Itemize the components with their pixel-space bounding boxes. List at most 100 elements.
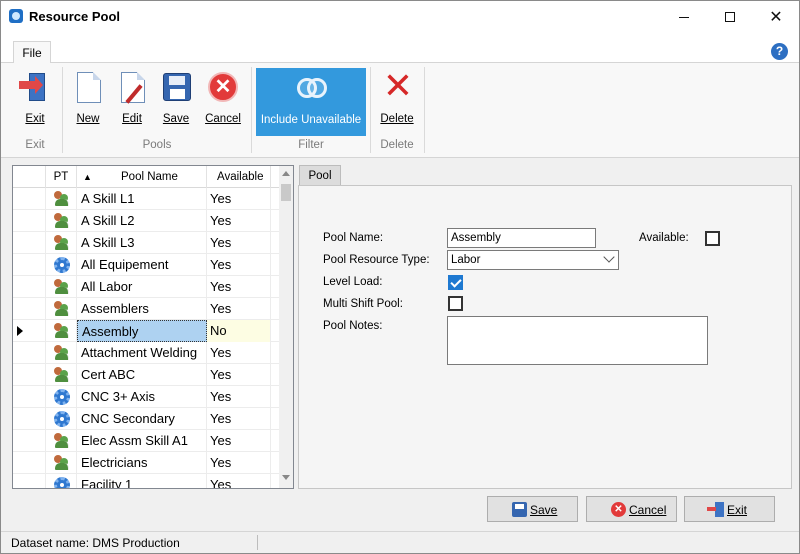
table-row[interactable]: A Skill L2 Yes [13, 210, 279, 232]
table-row[interactable]: All Labor Yes [13, 276, 279, 298]
pool-name-cell[interactable]: All Labor [77, 276, 207, 298]
ribbon-tab-bar: File [1, 33, 799, 64]
table-row[interactable]: Assembly No [13, 320, 279, 342]
delete-label: Delete [380, 113, 414, 125]
available-cell[interactable]: Yes [207, 386, 271, 408]
pool-name-cell[interactable]: Assemblers [77, 298, 207, 320]
table-row[interactable]: Assemblers Yes [13, 298, 279, 320]
available-column-header[interactable]: Available [207, 166, 271, 188]
scroll-thumb[interactable] [281, 184, 291, 201]
ribbon-separator [370, 67, 371, 153]
pool-name-cell[interactable]: Facility 1 [77, 474, 207, 488]
exit-ribbon-label: Exit [25, 113, 45, 125]
pt-column-header[interactable]: PT [46, 166, 77, 188]
grid-vertical-scrollbar[interactable] [279, 166, 293, 488]
save-ribbon-label: Save [162, 113, 190, 125]
save-floppy-icon [512, 502, 527, 517]
available-cell[interactable]: Yes [207, 254, 271, 276]
pool-name-cell[interactable]: CNC Secondary [77, 408, 207, 430]
scroll-up-icon[interactable] [282, 171, 290, 176]
available-cell[interactable]: Yes [207, 408, 271, 430]
pool-notes-label: Pool Notes: [323, 320, 383, 332]
pool-name-cell[interactable]: CNC 3+ Axis [77, 386, 207, 408]
group-label-filter: Filter [298, 139, 324, 151]
pool-name-cell[interactable]: A Skill L3 [77, 232, 207, 254]
edit-button[interactable]: Edit [113, 67, 151, 129]
exit-button[interactable]: Exit [684, 496, 775, 522]
pool-name-cell[interactable]: A Skill L2 [77, 210, 207, 232]
window-title: Resource Pool [29, 9, 121, 24]
maximize-button[interactable] [707, 1, 753, 33]
table-row[interactable]: A Skill L1 Yes [13, 188, 279, 210]
multi-shift-checkbox[interactable] [448, 296, 463, 311]
pool-name-cell[interactable]: Cert ABC [77, 364, 207, 386]
close-button[interactable]: ✕ [753, 1, 799, 33]
minimize-button[interactable] [661, 1, 707, 33]
pool-name-cell[interactable]: A Skill L1 [77, 188, 207, 210]
row-indicator [13, 474, 46, 488]
available-checkbox[interactable] [705, 231, 720, 246]
table-row[interactable]: Electricians Yes [13, 452, 279, 474]
pool-name-cell[interactable]: All Equipement [77, 254, 207, 276]
group-label-pools: Pools [142, 139, 172, 151]
row-indicator [13, 320, 46, 342]
table-row[interactable]: Attachment Welding Yes [13, 342, 279, 364]
people-icon [54, 367, 70, 383]
table-row[interactable]: CNC 3+ Axis Yes [13, 386, 279, 408]
save-floppy-icon [160, 71, 192, 105]
pool-type-cell [46, 408, 77, 430]
cancel-button[interactable]: ✕ Cancel [586, 496, 677, 522]
available-cell[interactable]: Yes [207, 364, 271, 386]
pool-name-cell[interactable]: Electricians [77, 452, 207, 474]
pool-type-cell [46, 430, 77, 452]
table-row[interactable]: CNC Secondary Yes [13, 408, 279, 430]
delete-button[interactable]: ✕ Delete [377, 67, 417, 129]
row-indicator [13, 364, 46, 386]
save-button[interactable]: Save [487, 496, 578, 522]
new-button[interactable]: New [69, 67, 107, 129]
help-icon[interactable]: ? [771, 43, 788, 60]
level-load-checkbox[interactable] [448, 275, 463, 290]
ribbon-separator [424, 67, 425, 153]
available-cell[interactable]: Yes [207, 298, 271, 320]
resource-pool-window: Resource Pool ✕ File ? Exit New Edit Sav… [0, 0, 800, 554]
resource-type-dropdown[interactable]: Labor [447, 250, 619, 270]
edit-label: Edit [122, 113, 142, 125]
available-cell[interactable]: Yes [207, 452, 271, 474]
row-indicator [13, 298, 46, 320]
available-cell[interactable]: Yes [207, 188, 271, 210]
available-cell[interactable]: Yes [207, 474, 271, 488]
cancel-ribbon-button[interactable]: ✕ Cancel [201, 67, 245, 129]
multi-shift-label: Multi Shift Pool: [323, 298, 403, 310]
pool-type-cell [46, 386, 77, 408]
include-unavailable-button[interactable]: Include Unavailable [256, 68, 366, 136]
tab-file[interactable]: File [13, 41, 51, 64]
table-row[interactable]: A Skill L3 Yes [13, 232, 279, 254]
table-row[interactable]: All Equipement Yes [13, 254, 279, 276]
chevron-down-icon [603, 251, 615, 263]
pool-name-field[interactable]: Assembly [447, 228, 596, 248]
available-cell[interactable]: Yes [207, 342, 271, 364]
save-ribbon-button[interactable]: Save [157, 67, 195, 129]
pool-name-cell[interactable]: Attachment Welding [77, 342, 207, 364]
tab-pool[interactable]: Pool [299, 165, 341, 186]
resource-type-label: Pool Resource Type: [323, 254, 430, 266]
available-cell[interactable]: Yes [207, 430, 271, 452]
exit-ribbon-button[interactable]: Exit [15, 67, 55, 129]
table-row[interactable]: Elec Assm Skill A1 Yes [13, 430, 279, 452]
table-row[interactable]: Cert ABC Yes [13, 364, 279, 386]
available-cell[interactable]: No [207, 320, 271, 342]
table-row[interactable]: Facility 1 Yes [13, 474, 279, 488]
available-cell[interactable]: Yes [207, 276, 271, 298]
available-cell[interactable]: Yes [207, 232, 271, 254]
pool-name-cell[interactable]: Assembly [77, 320, 207, 342]
pool-name-cell[interactable]: Elec Assm Skill A1 [77, 430, 207, 452]
row-indicator [13, 254, 46, 276]
pool-grid[interactable]: PT ▲ Pool Name Available A Skill L1 Yes A … [12, 165, 294, 489]
row-indicator [13, 188, 46, 210]
pool-type-cell [46, 474, 77, 488]
pool-name-column-header[interactable]: ▲ Pool Name [77, 166, 207, 188]
available-cell[interactable]: Yes [207, 210, 271, 232]
pool-notes-textarea[interactable] [447, 316, 708, 365]
scroll-down-icon[interactable] [282, 475, 290, 480]
